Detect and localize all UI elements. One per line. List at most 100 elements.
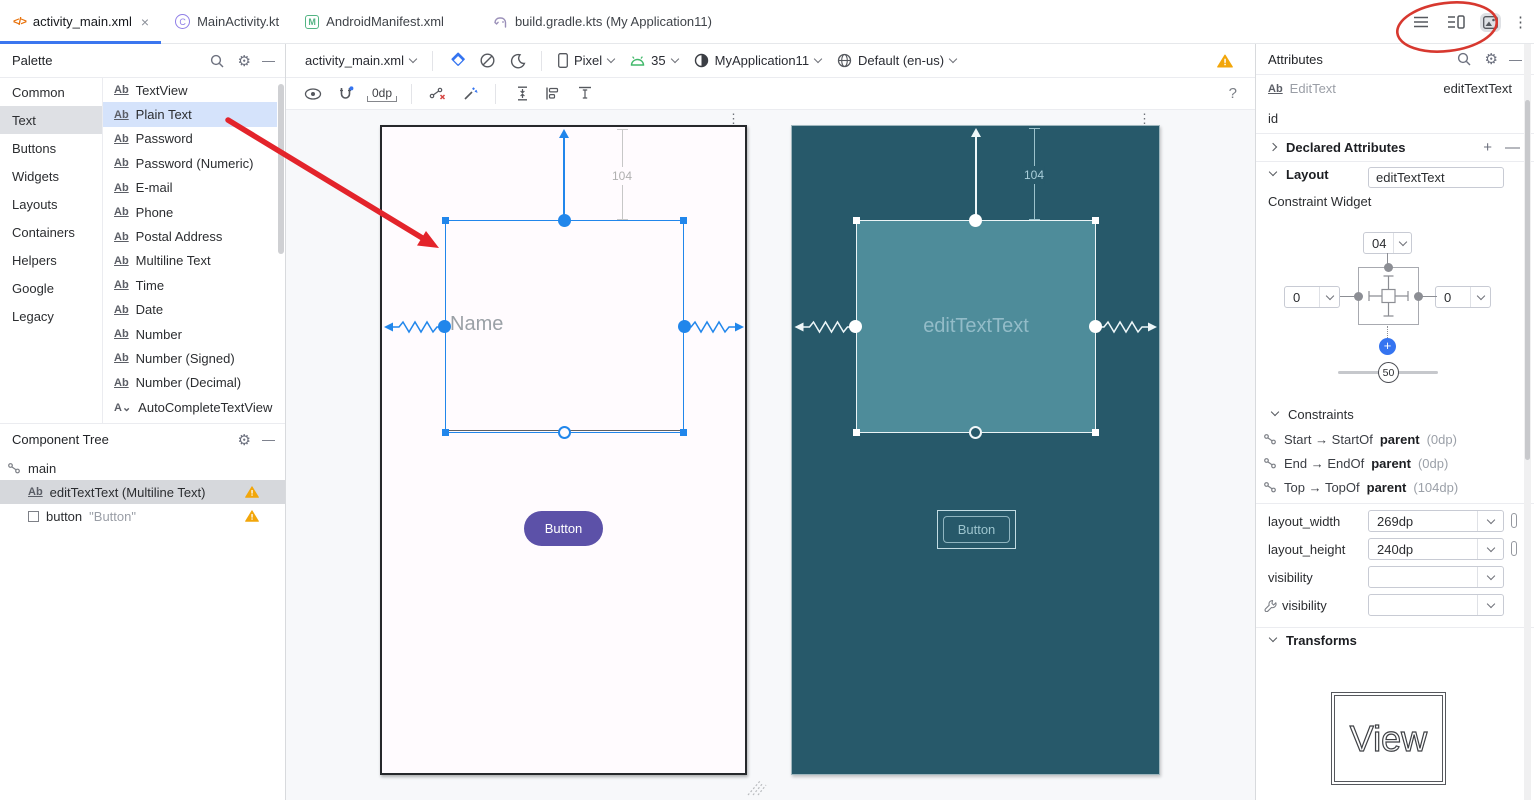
palette-item-date[interactable]: Ab Date — [103, 298, 277, 322]
help-icon[interactable]: ? — [1229, 85, 1237, 102]
constraint-row-end[interactable]: End → EndOf parent (0dp) — [1256, 451, 1534, 475]
constraint-row-start[interactable]: Start → StartOf parent (0dp) — [1256, 427, 1534, 451]
gear-icon[interactable]: ⚙ — [238, 431, 251, 449]
declared-attributes-section[interactable]: Declared Attributes + — — [1256, 133, 1534, 161]
palette-category-google[interactable]: Google — [0, 274, 102, 302]
constraint-widget[interactable] — [1354, 263, 1423, 325]
palette-item-number-signed[interactable]: Ab Number (Signed) — [103, 346, 277, 370]
start-anchor[interactable] — [849, 320, 862, 333]
search-icon[interactable] — [1454, 49, 1474, 69]
clear-constraints-icon[interactable] — [426, 83, 449, 104]
tree-item-main[interactable]: main — [0, 456, 285, 480]
add-attribute-icon[interactable]: + — [1483, 139, 1492, 156]
palette-category-common[interactable]: Common — [0, 78, 102, 106]
start-anchor[interactable] — [438, 320, 451, 333]
add-bottom-constraint-button[interactable]: + — [1379, 338, 1396, 355]
palette-category-legacy[interactable]: Legacy — [0, 302, 102, 330]
minimize-icon[interactable]: — — [1509, 52, 1522, 67]
align-icon[interactable] — [542, 83, 564, 104]
resize-handle[interactable] — [853, 429, 860, 436]
design-view-icon[interactable] — [1480, 12, 1501, 32]
device-selector-dropdown[interactable]: Pixel — [554, 50, 618, 71]
canvas-resize-handle[interactable] — [746, 777, 770, 797]
minimize-icon[interactable]: — — [262, 53, 275, 68]
top-anchor[interactable] — [969, 214, 982, 227]
tree-item-edittext[interactable]: Ab editTextText (Multiline Text) — [0, 480, 285, 504]
resize-handle[interactable] — [680, 217, 687, 224]
width-mode-icon[interactable] — [1511, 513, 1517, 528]
palette-category-containers[interactable]: Containers — [0, 218, 102, 246]
palette-item-plain-text[interactable]: Ab Plain Text — [103, 102, 277, 127]
tab-androidmanifest-xml[interactable]: M AndroidManifest.xml — [292, 0, 457, 44]
resize-handle[interactable] — [442, 429, 449, 436]
panel-scrollbar-thumb[interactable] — [1525, 100, 1530, 460]
gear-icon[interactable]: ⚙ — [238, 52, 251, 70]
palette-category-buttons[interactable]: Buttons — [0, 134, 102, 162]
palette-item-autocompletetextview[interactable]: A⌄ AutoCompleteTextView — [103, 395, 277, 419]
more-vertical-icon[interactable]: ⋮ — [1513, 13, 1528, 31]
palette-category-helpers[interactable]: Helpers — [0, 246, 102, 274]
resize-handle[interactable] — [1092, 429, 1099, 436]
widget-left-anchor[interactable] — [1354, 292, 1363, 301]
top-anchor[interactable] — [558, 214, 571, 227]
design-view-phone[interactable]: 104 Name Button — [380, 125, 747, 775]
palette-item-email[interactable]: Ab E-mail — [103, 176, 277, 200]
palette-category-layouts[interactable]: Layouts — [0, 190, 102, 218]
palette-category-widgets[interactable]: Widgets — [0, 162, 102, 190]
palette-category-text[interactable]: Text — [0, 106, 102, 134]
tab-build-gradle[interactable]: build.gradle.kts (My Application11) — [479, 0, 725, 44]
palette-item-password-numeric[interactable]: Ab Password (Numeric) — [103, 151, 277, 175]
bias-value[interactable]: 50 — [1378, 362, 1399, 383]
resize-handle[interactable] — [1092, 217, 1099, 224]
resize-handle[interactable] — [680, 429, 687, 436]
list-view-icon[interactable] — [1410, 13, 1432, 31]
resize-handle[interactable] — [442, 217, 449, 224]
palette-item-time[interactable]: Ab Time — [103, 273, 277, 297]
widget-top-anchor[interactable] — [1384, 263, 1393, 272]
top-margin-combo[interactable]: 04 — [1363, 232, 1412, 254]
close-icon[interactable]: × — [141, 14, 149, 30]
tab-mainactivity-kt[interactable]: C MainActivity.kt — [162, 0, 292, 44]
palette-item-postal-address[interactable]: Ab Postal Address — [103, 224, 277, 248]
locale-selector-dropdown[interactable]: Default (en-us) — [833, 50, 960, 71]
guidelines-icon[interactable] — [574, 83, 596, 104]
selected-edittext[interactable]: editTextText — [856, 220, 1096, 433]
transforms-section[interactable]: Transforms — [1256, 627, 1534, 653]
gear-icon[interactable]: ⚙ — [1485, 50, 1498, 68]
constraint-row-top[interactable]: Top → TopOf parent (104dp) — [1256, 475, 1534, 499]
tab-activity-main-xml[interactable]: </> activity_main.xml × — [0, 0, 162, 44]
file-selector-dropdown[interactable]: activity_main.xml — [301, 50, 420, 71]
api-level-dropdown[interactable]: 35 — [626, 50, 681, 71]
left-margin-combo[interactable]: 0 — [1284, 286, 1340, 308]
design-button[interactable]: Button — [524, 511, 603, 546]
infer-constraints-icon[interactable] — [459, 83, 481, 105]
layout-height-combo[interactable]: 240dp — [1368, 538, 1504, 560]
theme-selector-dropdown[interactable]: MyApplication11 — [690, 50, 825, 71]
blueprint-view-phone[interactable]: 104 editTextText Button — [791, 125, 1160, 775]
bottom-anchor[interactable] — [969, 426, 982, 439]
design-canvas[interactable]: ⋮ ⋮ 104 Name Button 104 editTextText But… — [286, 110, 1255, 800]
blueprint-button[interactable]: Button — [937, 510, 1016, 549]
autoconnect-magnet-icon[interactable] — [335, 83, 357, 105]
layout-width-combo[interactable]: 269dp — [1368, 510, 1504, 532]
palette-item-phone[interactable]: Ab Phone — [103, 200, 277, 224]
default-margin-button[interactable]: 0dp — [367, 86, 398, 102]
night-mode-icon[interactable] — [507, 50, 529, 72]
height-mode-icon[interactable] — [1511, 541, 1517, 556]
end-anchor[interactable] — [1089, 320, 1102, 333]
layout-warning-icon[interactable] — [1217, 53, 1233, 68]
palette-scrollbar[interactable] — [278, 84, 284, 254]
visibility-combo[interactable] — [1368, 566, 1504, 588]
palette-item-multiline-text[interactable]: Ab Multiline Text — [103, 249, 277, 273]
resize-handle[interactable] — [853, 217, 860, 224]
search-icon[interactable] — [207, 51, 227, 71]
palette-item-textview[interactable]: Ab TextView — [103, 78, 277, 102]
panel-scrollbar-track[interactable] — [1524, 44, 1531, 800]
widget-right-anchor[interactable] — [1414, 292, 1423, 301]
minimize-icon[interactable]: — — [262, 432, 275, 447]
design-surface-icon[interactable] — [445, 49, 468, 72]
palette-item-number-decimal[interactable]: Ab Number (Decimal) — [103, 371, 277, 395]
split-editor-icon[interactable] — [1444, 12, 1468, 32]
pack-vertical-icon[interactable] — [510, 82, 532, 105]
palette-item-number[interactable]: Ab Number — [103, 322, 277, 346]
